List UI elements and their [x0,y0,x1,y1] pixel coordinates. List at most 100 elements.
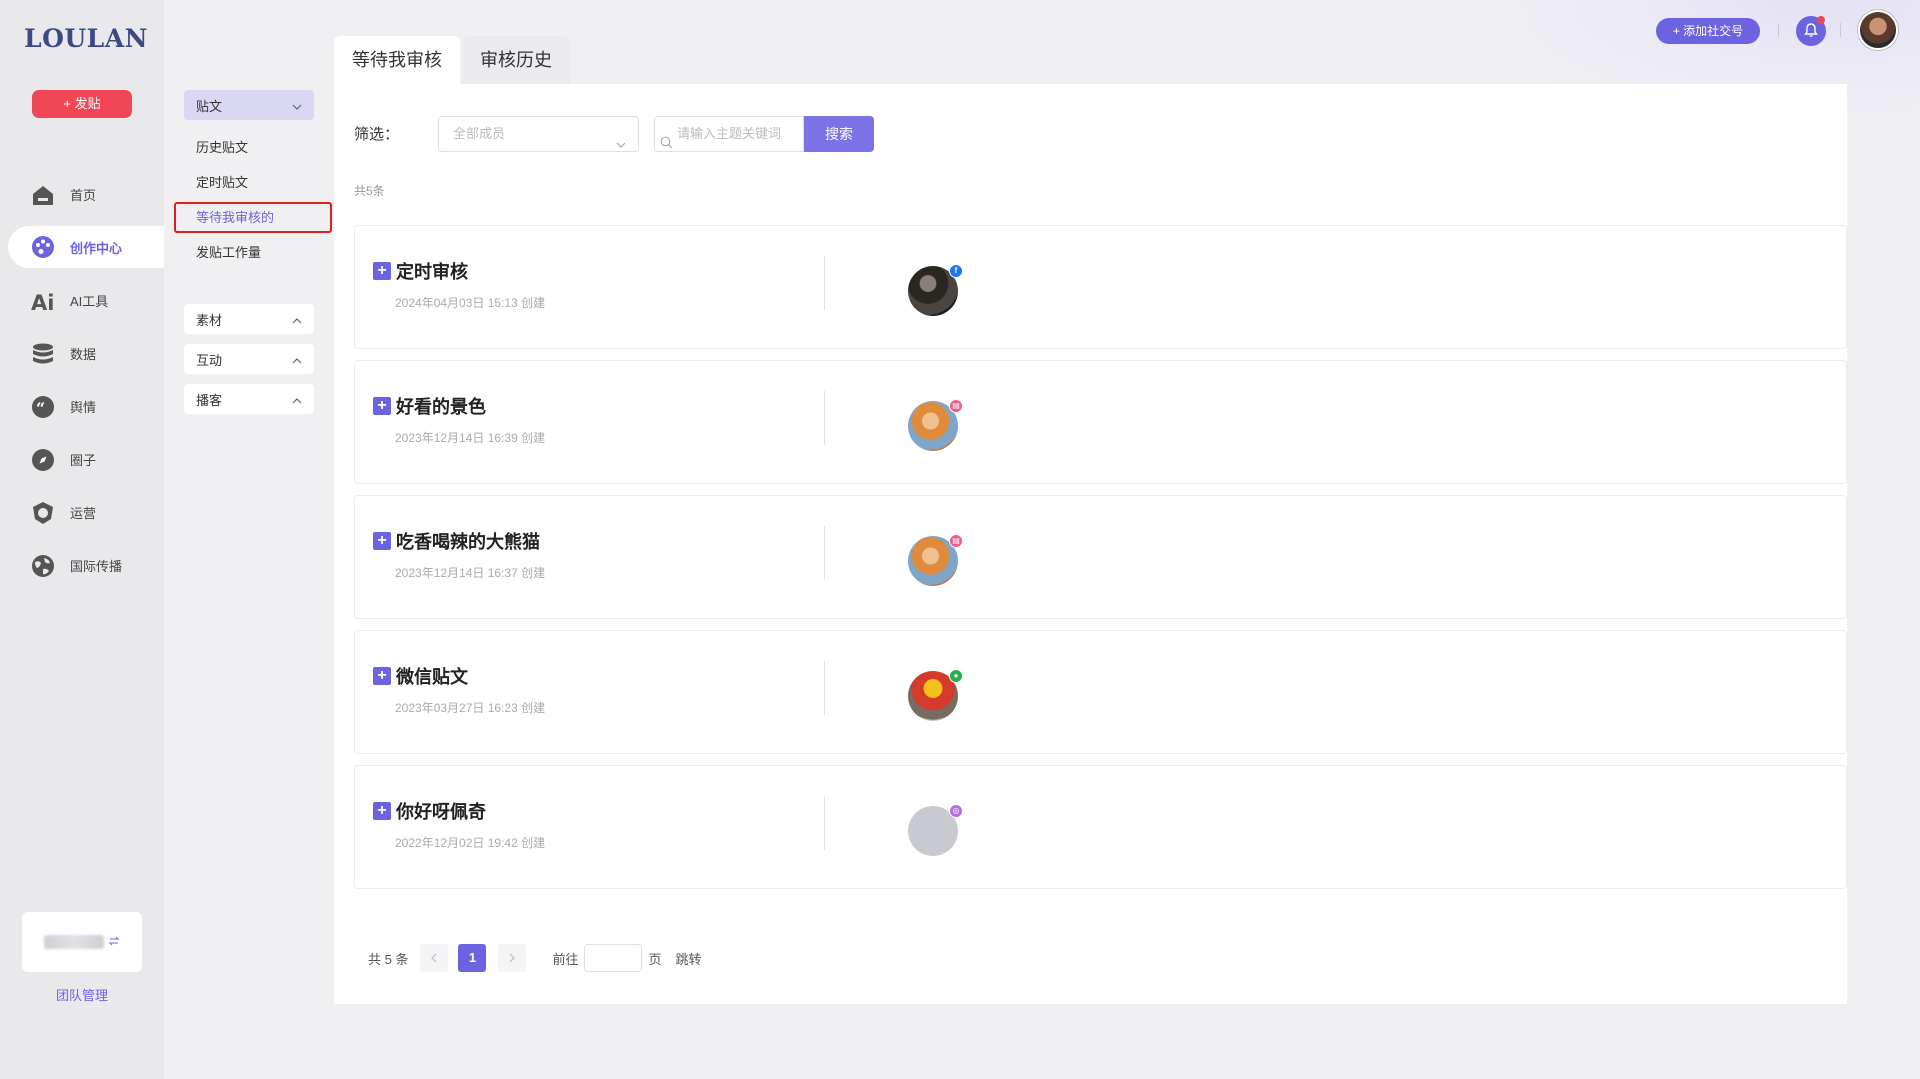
next-page-button[interactable] [498,944,527,972]
nav-item-ai-tools[interactable]: Ai AI工具 [0,274,164,327]
add-social-account-button[interactable]: + 添加社交号 [1656,18,1760,44]
review-item[interactable]: + 定时审核 2024年04月03日 15:13 创建 f [354,225,1847,349]
card-divider [824,256,825,310]
pagination: 共 5 条 1 前往 页 跳转 [368,944,702,972]
ai-icon: Ai [30,288,56,314]
chevron-up-icon [292,314,302,324]
chevron-down-icon [292,100,302,110]
expand-plus-icon[interactable]: + [373,397,391,415]
expand-plus-icon[interactable]: + [373,667,391,685]
tab-pending-review[interactable]: 等待我审核 [334,36,460,84]
review-item-title[interactable]: + 你好呀佩奇 [373,798,486,824]
xiaohongshu-icon: ▤ [949,534,963,548]
review-item-title-text: 定时审核 [396,262,468,282]
submenu-podcast-label: 播客 [196,392,223,408]
team-management-link[interactable]: 团队管理 [0,985,164,1004]
header-divider [1778,23,1779,37]
nav-item-home[interactable]: 首页 [0,168,164,221]
chevron-left-icon [431,953,437,963]
jump-button[interactable]: 跳转 [676,949,702,968]
nav-item-creation[interactable]: 创作中心 [8,226,164,268]
expand-plus-icon[interactable]: + [373,802,391,820]
submenu-materials-header[interactable]: 素材 [184,304,314,334]
submenu-item-pending-review[interactable]: 等待我审核的 [174,202,332,233]
svg-text:Ai: Ai [31,291,54,313]
submenu-podcast-header[interactable]: 播客 [184,384,314,414]
prev-page-button[interactable] [420,944,449,972]
submenu-interaction-header[interactable]: 互动 [184,344,314,374]
team-switcher[interactable] [22,912,142,972]
submenu-item-scheduled[interactable]: 定时贴文 [184,165,314,200]
switch-icon [108,934,120,950]
nav-item-data[interactable]: 数据 [0,327,164,380]
search-icon [660,128,673,162]
shield-icon [30,500,56,526]
filter-label: 筛选： [354,126,400,143]
svg-text:“: “ [36,399,45,418]
goto-prefix: 前往 [552,951,579,967]
submenu-posts-label: 贴文 [196,98,223,114]
review-item-title-text: 你好呀佩奇 [396,802,486,822]
nav-label: 首页 [70,188,97,203]
member-select[interactable]: 全部成员 [438,116,639,152]
submenu-item-workload[interactable]: 发贴工作量 [184,235,314,270]
review-item-title-text: 微信贴文 [396,667,468,687]
review-tabs: 等待我审核 审核历史 [334,36,572,84]
nav-label: 圈子 [70,453,97,468]
review-item-title[interactable]: + 吃香喝辣的大熊猫 [373,528,540,554]
review-item-title[interactable]: + 定时审核 [373,258,468,284]
notification-dot [1817,16,1825,24]
review-item[interactable]: + 微信贴文 2023年03月27日 16:23 创建 ● [354,630,1847,754]
total-count: 共5条 [354,184,385,198]
submenu-interaction-label: 互动 [196,352,223,368]
nav-label: 数据 [70,347,97,362]
chevron-up-icon [292,354,302,364]
review-item[interactable]: + 你好呀佩奇 2022年12月02日 19:42 创建 ◎ [354,765,1847,889]
user-avatar[interactable] [1858,10,1898,50]
notification-bell-button[interactable] [1796,16,1826,46]
platform-icon: ◎ [949,804,963,818]
expand-plus-icon[interactable]: + [373,262,391,280]
review-item-title-text: 好看的景色 [396,397,486,417]
globe-icon [30,553,56,579]
review-item-title-text: 吃香喝辣的大熊猫 [396,532,540,552]
submenu-posts-header[interactable]: 贴文 [184,90,314,120]
member-select-placeholder: 全部成员 [453,126,506,141]
palette-icon [30,234,56,260]
nav-label: 创作中心 [70,240,123,256]
submenu-materials-label: 素材 [196,312,223,328]
nav-item-operation[interactable]: 运营 [0,486,164,539]
goto-suffix: 页 [648,951,662,967]
header-divider [1840,23,1841,37]
quote-icon: “ [30,394,56,420]
compass-icon [30,447,56,473]
review-item-created: 2024年04月03日 15:13 创建 [395,296,546,310]
nav-item-international[interactable]: 国际传播 [0,539,164,592]
card-divider [824,661,825,715]
card-divider [824,526,825,580]
page-number-button[interactable]: 1 [458,944,487,972]
post-button[interactable]: + 发贴 [32,90,132,118]
tab-review-history[interactable]: 审核历史 [462,36,570,84]
main-panel: 筛选： 全部成员 请输入主题关键词 搜索 共5条 + 定时审核 2024年04月0… [334,84,1847,1004]
review-item[interactable]: + 好看的景色 2023年12月14日 16:39 创建 ▤ [354,360,1847,484]
expand-plus-icon[interactable]: + [373,532,391,550]
xiaohongshu-icon: ▤ [949,399,963,413]
review-item-title[interactable]: + 微信贴文 [373,663,468,689]
review-item[interactable]: + 吃香喝辣的大熊猫 2023年12月14日 16:37 创建 ▤ [354,495,1847,619]
submenu-item-history[interactable]: 历史贴文 [184,130,314,165]
search-placeholder: 请输入主题关键词 [677,126,782,141]
facebook-icon: f [949,264,963,278]
keyword-search-input[interactable]: 请输入主题关键词 [654,116,804,152]
review-item-created: 2023年03月27日 16:23 创建 [395,701,546,715]
search-button[interactable]: 搜索 [804,116,874,152]
review-item-title[interactable]: + 好看的景色 [373,393,486,419]
home-icon [30,182,56,208]
app-logo[interactable]: LOULAN [24,24,148,53]
chevron-up-icon [292,394,302,404]
goto-page-input[interactable] [584,944,643,972]
nav-item-circle[interactable]: 圈子 [0,433,164,486]
pagination-total: 共 5 条 [368,951,409,967]
wechat-icon: ● [949,669,963,683]
nav-item-sentiment[interactable]: “ 舆情 [0,380,164,433]
